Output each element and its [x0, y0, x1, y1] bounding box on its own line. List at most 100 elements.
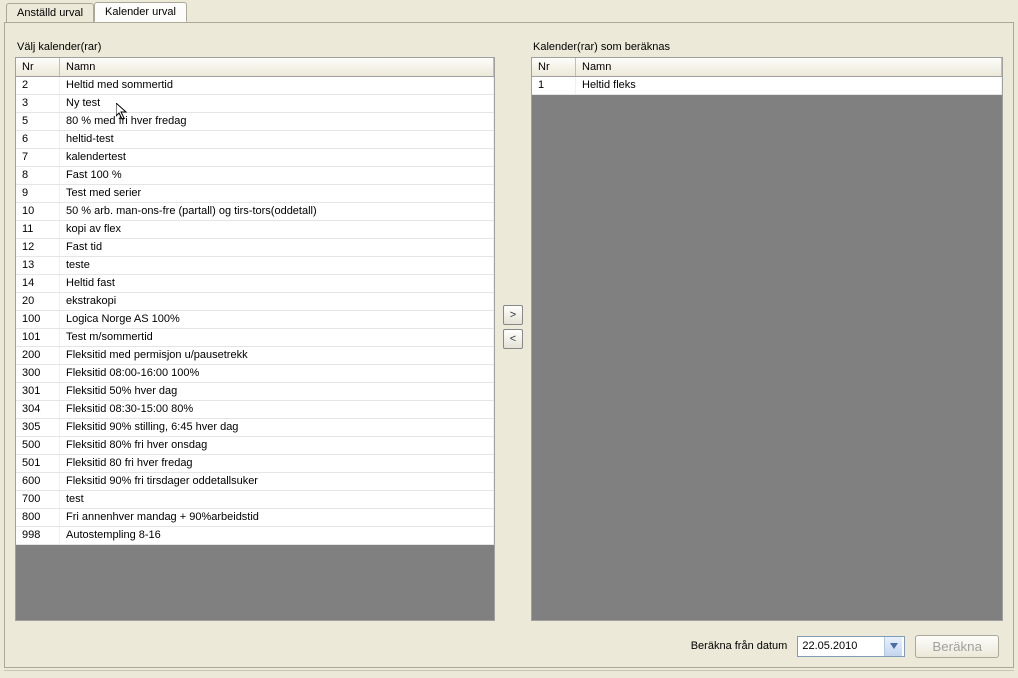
cell-name: Test m/sommertid: [60, 329, 494, 346]
cell-nr: 305: [16, 419, 60, 436]
table-row[interactable]: 305Fleksitid 90% stilling, 6:45 hver dag: [16, 419, 494, 437]
table-row[interactable]: 301Fleksitid 50% hver dag: [16, 383, 494, 401]
cell-nr: 500: [16, 437, 60, 454]
status-bar-divider: [4, 670, 1014, 678]
table-row[interactable]: 11kopi av flex: [16, 221, 494, 239]
selected-calendars-label: Kalender(rar) som beräknas: [533, 41, 1003, 53]
table-row[interactable]: 2Heltid med sommertid: [16, 77, 494, 95]
calculate-button[interactable]: Beräkna: [915, 635, 999, 658]
footer-bar: Beräkna från datum Beräkna: [5, 621, 1013, 663]
cell-name: 50 % arb. man-ons-fre (partall) og tirs-…: [60, 203, 494, 220]
cell-nr: 14: [16, 275, 60, 292]
table-row[interactable]: 200Fleksitid med permisjon u/pausetrekk: [16, 347, 494, 365]
cell-name: test: [60, 491, 494, 508]
cell-nr: 300: [16, 365, 60, 382]
table-row[interactable]: 500Fleksitid 80% fri hver onsdag: [16, 437, 494, 455]
cell-name: Fast 100 %: [60, 167, 494, 184]
tab-employee-selection[interactable]: Anställd urval: [6, 3, 94, 23]
cell-nr: 3: [16, 95, 60, 112]
table-row[interactable]: 14Heltid fast: [16, 275, 494, 293]
cell-nr: 12: [16, 239, 60, 256]
table-row[interactable]: 700test: [16, 491, 494, 509]
cell-nr: 304: [16, 401, 60, 418]
table-row[interactable]: 304Fleksitid 08:30-15:00 80%: [16, 401, 494, 419]
date-input[interactable]: [798, 637, 884, 656]
calculate-from-date-label: Beräkna från datum: [691, 640, 788, 652]
table-row[interactable]: 501Fleksitid 80 fri hver fredag: [16, 455, 494, 473]
column-header-nr[interactable]: Nr: [532, 58, 576, 76]
column-header-name[interactable]: Namn: [60, 58, 494, 76]
table-row[interactable]: 7kalendertest: [16, 149, 494, 167]
chevron-down-icon: [890, 643, 898, 649]
cell-nr: 501: [16, 455, 60, 472]
cell-name: Fleksitid 90% stilling, 6:45 hver dag: [60, 419, 494, 436]
tab-calendar-selection[interactable]: Kalender urval: [94, 2, 187, 22]
column-header-nr[interactable]: Nr: [16, 58, 60, 76]
cell-nr: 1: [532, 77, 576, 94]
table-row[interactable]: 3Ny test: [16, 95, 494, 113]
cell-name: teste: [60, 257, 494, 274]
available-calendars-label: Välj kalender(rar): [17, 41, 495, 53]
calculate-from-date-field[interactable]: [797, 636, 905, 657]
cell-name: Fleksitid med permisjon u/pausetrekk: [60, 347, 494, 364]
table-row[interactable]: 101Test m/sommertid: [16, 329, 494, 347]
cell-name: Heltid fast: [60, 275, 494, 292]
tab-strip: Anställd urval Kalender urval: [6, 2, 1018, 22]
cell-nr: 301: [16, 383, 60, 400]
grid-header: Nr Namn: [16, 58, 494, 77]
available-calendars-grid[interactable]: Nr Namn 2Heltid med sommertid3Ny test580…: [15, 57, 495, 621]
cell-name: Heltid med sommertid: [60, 77, 494, 94]
cell-nr: 20: [16, 293, 60, 310]
table-row[interactable]: 580 % med fri hver fredag: [16, 113, 494, 131]
table-row[interactable]: 8Fast 100 %: [16, 167, 494, 185]
cell-name: Test med serier: [60, 185, 494, 202]
cell-name: 80 % med fri hver fredag: [60, 113, 494, 130]
table-row[interactable]: 100Logica Norge AS 100%: [16, 311, 494, 329]
selected-calendars-grid[interactable]: Nr Namn 1Heltid fleks: [531, 57, 1003, 621]
table-row[interactable]: 20ekstrakopi: [16, 293, 494, 311]
cell-nr: 13: [16, 257, 60, 274]
cell-name: Fleksitid 50% hver dag: [60, 383, 494, 400]
cell-name: Fast tid: [60, 239, 494, 256]
cell-nr: 200: [16, 347, 60, 364]
cell-nr: 998: [16, 527, 60, 544]
column-header-name[interactable]: Namn: [576, 58, 1002, 76]
cell-name: Fleksitid 90% fri tirsdager oddetallsuke…: [60, 473, 494, 490]
selected-calendars-section: Kalender(rar) som beräknas Nr Namn 1Helt…: [531, 33, 1003, 621]
cell-nr: 600: [16, 473, 60, 490]
move-buttons: > <: [501, 33, 525, 621]
table-row[interactable]: 12Fast tid: [16, 239, 494, 257]
cell-name: ekstrakopi: [60, 293, 494, 310]
window: Anställd urval Kalender urval Välj kalen…: [0, 2, 1018, 678]
cell-name: heltid-test: [60, 131, 494, 148]
cell-name: Autostempling 8-16: [60, 527, 494, 544]
move-right-button[interactable]: >: [503, 305, 523, 325]
cell-nr: 7: [16, 149, 60, 166]
table-row[interactable]: 300Fleksitid 08:00-16:00 100%: [16, 365, 494, 383]
cell-name: Ny test: [60, 95, 494, 112]
table-row[interactable]: 800Fri annenhver mandag + 90%arbeidstid: [16, 509, 494, 527]
cell-nr: 10: [16, 203, 60, 220]
date-dropdown-button[interactable]: [884, 637, 902, 656]
cell-name: Fleksitid 08:30-15:00 80%: [60, 401, 494, 418]
cell-name: Logica Norge AS 100%: [60, 311, 494, 328]
table-row[interactable]: 998Autostempling 8-16: [16, 527, 494, 545]
cell-nr: 8: [16, 167, 60, 184]
table-row[interactable]: 600Fleksitid 90% fri tirsdager oddetalls…: [16, 473, 494, 491]
table-row[interactable]: 1050 % arb. man-ons-fre (partall) og tir…: [16, 203, 494, 221]
cell-nr: 11: [16, 221, 60, 238]
available-calendars-section: Välj kalender(rar) Nr Namn 2Heltid med s…: [15, 33, 495, 621]
cell-name: kalendertest: [60, 149, 494, 166]
table-row[interactable]: 13teste: [16, 257, 494, 275]
table-row[interactable]: 1Heltid fleks: [532, 77, 1002, 95]
cell-nr: 6: [16, 131, 60, 148]
tab-panel: Välj kalender(rar) Nr Namn 2Heltid med s…: [4, 22, 1014, 668]
table-row[interactable]: 6heltid-test: [16, 131, 494, 149]
cell-name: Fleksitid 80% fri hver onsdag: [60, 437, 494, 454]
move-left-button[interactable]: <: [503, 329, 523, 349]
cell-nr: 700: [16, 491, 60, 508]
cell-nr: 9: [16, 185, 60, 202]
cell-name: Fri annenhver mandag + 90%arbeidstid: [60, 509, 494, 526]
cell-name: Heltid fleks: [576, 77, 1002, 94]
table-row[interactable]: 9Test med serier: [16, 185, 494, 203]
